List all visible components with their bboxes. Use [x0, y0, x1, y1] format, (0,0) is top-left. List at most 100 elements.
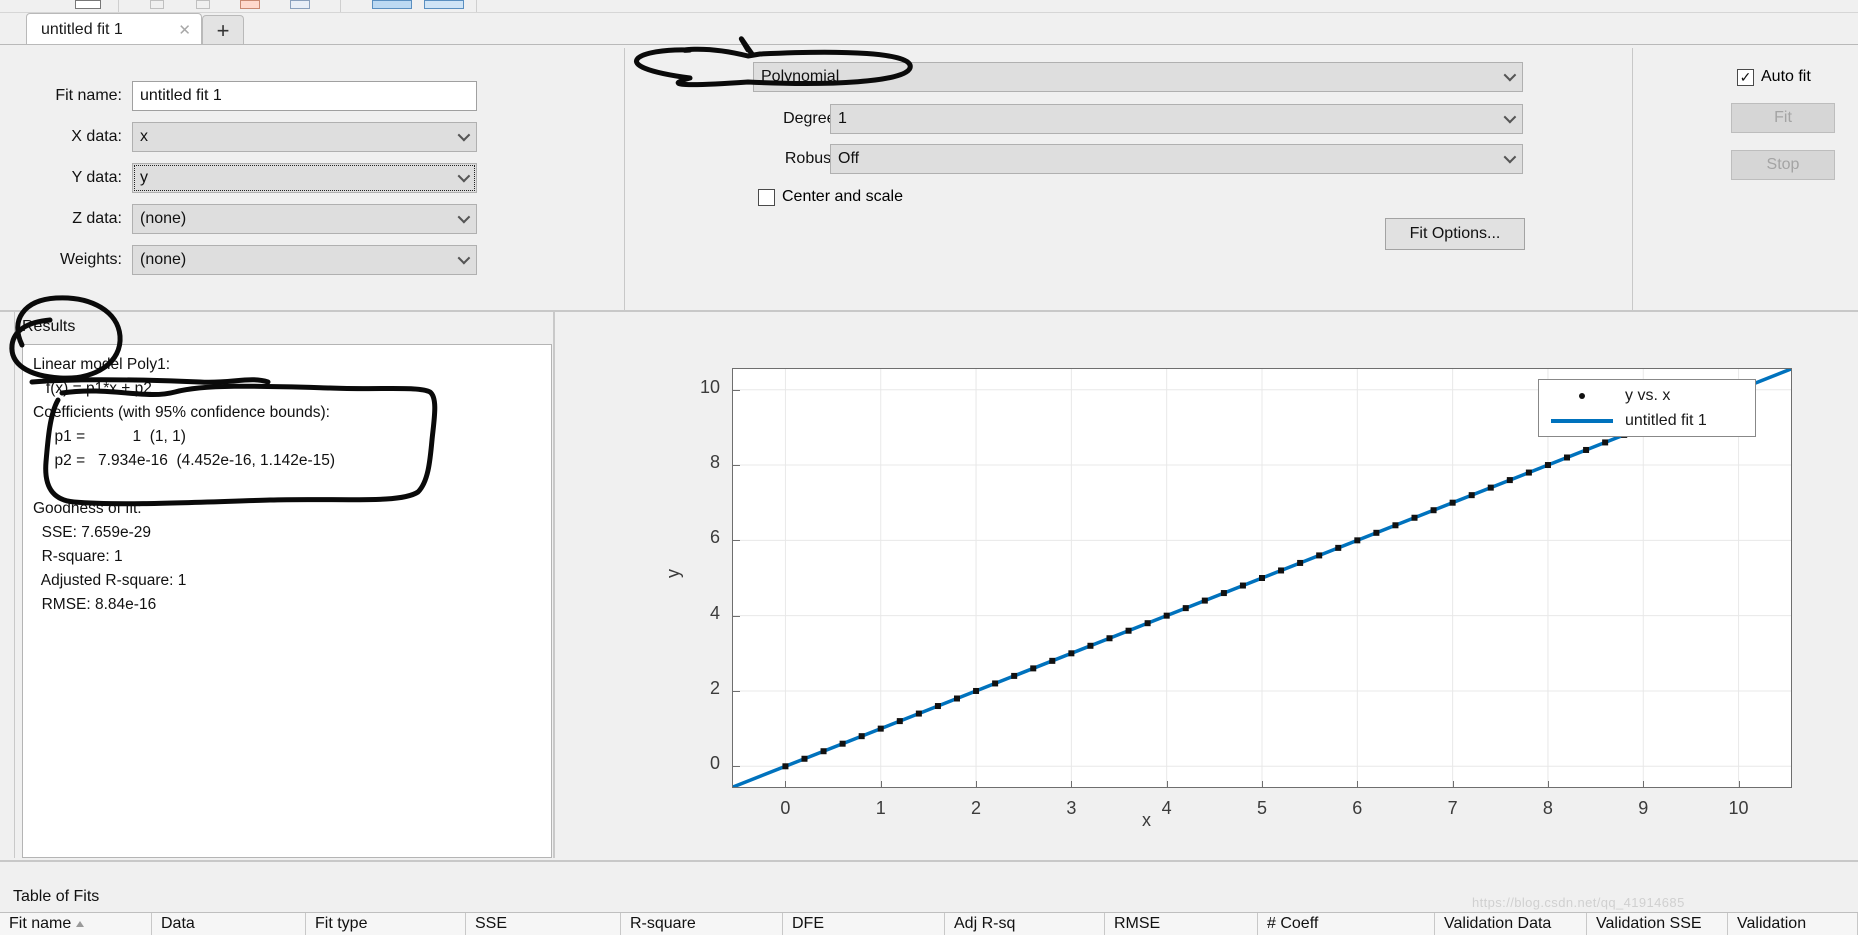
- toolbar-divider-2: [340, 0, 341, 12]
- legend-marker-icon: [1539, 392, 1625, 399]
- chevron-down-icon: [457, 169, 471, 183]
- close-icon[interactable]: ✕: [174, 21, 195, 39]
- x-data-label: X data:: [71, 128, 122, 145]
- watermark-text: https://blog.csdn.net/qq_41914685: [1472, 895, 1685, 910]
- x-tick-label: 2: [971, 798, 982, 818]
- fit-name-input[interactable]: untitled fit 1: [132, 81, 477, 111]
- legend-entry-fit: untitled fit 1: [1539, 408, 1755, 433]
- center-and-scale-checkbox[interactable]: Center and scale: [758, 188, 903, 206]
- results-line: Adjusted R-square: 1: [33, 572, 187, 589]
- y-tick-label: 4: [709, 602, 720, 623]
- table-of-fits-splitter[interactable]: [0, 860, 1858, 862]
- stop-button[interactable]: Stop: [1731, 150, 1835, 180]
- table-column-label: SSE: [475, 915, 508, 932]
- auto-fit-label: Auto fit: [1761, 68, 1811, 85]
- table-column-header[interactable]: Fit name: [0, 913, 152, 935]
- x-tick-mark: [1452, 781, 1454, 788]
- table-column-header[interactable]: Validation: [1728, 913, 1858, 935]
- weights-select[interactable]: (none): [132, 245, 477, 275]
- weights-row: Weights: (none): [22, 245, 477, 275]
- y-data-row: Y data: y: [22, 163, 477, 193]
- table-column-header[interactable]: RMSE: [1105, 913, 1258, 935]
- fit-options-button[interactable]: Fit Options...: [1385, 218, 1525, 250]
- table-column-header[interactable]: DFE: [783, 913, 945, 935]
- table-column-label: Validation SSE: [1596, 915, 1702, 932]
- table-column-label: R-square: [630, 915, 696, 932]
- x-tick-label: 8: [1542, 798, 1553, 818]
- table-column-header[interactable]: Validation Data: [1435, 913, 1587, 935]
- plot-legend[interactable]: y vs. x untitled fit 1: [1538, 379, 1756, 437]
- results-line: p1 = 1 (1, 1): [33, 428, 186, 445]
- auto-fit-checkbox[interactable]: ✓ Auto fit: [1737, 68, 1811, 86]
- results-left-border: [14, 312, 15, 858]
- y-tick-mark: [733, 766, 740, 768]
- results-line: Linear model Poly1:: [33, 356, 170, 373]
- toolbar-icon-plot-fit[interactable]: [372, 0, 412, 9]
- toolbar-icon-exclude[interactable]: [240, 0, 260, 9]
- table-column-header[interactable]: Data: [152, 913, 306, 935]
- x-tick-mark: [785, 781, 787, 788]
- table-column-header[interactable]: # Coeff: [1258, 913, 1435, 935]
- table-column-header[interactable]: R-square: [621, 913, 783, 935]
- degree-select[interactable]: 1: [830, 104, 1523, 134]
- table-column-header[interactable]: Adj R-sq: [945, 913, 1105, 935]
- toolbar-icon-open[interactable]: [75, 0, 101, 9]
- y-axis-label: y: [663, 569, 683, 578]
- fit-name-label: Fit name:: [55, 87, 122, 104]
- y-tick-label: 10: [699, 376, 720, 397]
- x-tick-label: 4: [1161, 798, 1172, 818]
- chevron-down-icon: [1503, 150, 1517, 164]
- y-data-value: y: [140, 169, 148, 186]
- results-panel: Results Linear model Poly1: f(x) = p1*x …: [22, 318, 552, 858]
- toolbar-divider-3: [476, 0, 477, 12]
- table-column-header[interactable]: Validation SSE: [1587, 913, 1728, 935]
- legend-label-fit: untitled fit 1: [1625, 411, 1707, 429]
- table-column-label: Fit type: [315, 915, 368, 932]
- legend-entry-data: y vs. x: [1539, 383, 1755, 408]
- weights-value: (none): [140, 251, 187, 268]
- x-tick-label: 0: [780, 798, 791, 818]
- x-data-select[interactable]: x: [132, 122, 477, 152]
- z-data-select[interactable]: (none): [132, 204, 477, 234]
- fit-model-value: Polynomial: [761, 68, 840, 85]
- plot-axes[interactable]: y vs. x untitled fit 1: [732, 368, 1792, 788]
- fit-model-select[interactable]: Polynomial: [753, 62, 1523, 92]
- plot-panel: y x y vs. x untitled fit 1 0 2 4 6 8 10 01234…: [557, 318, 1851, 858]
- table-column-label: # Coeff: [1267, 915, 1319, 932]
- robust-select[interactable]: Off: [830, 144, 1523, 174]
- results-text-area[interactable]: Linear model Poly1: f(x) = p1*x + p2 Coef…: [22, 344, 552, 858]
- table-column-label: Data: [161, 915, 195, 932]
- center-and-scale-label: Center and scale: [782, 188, 903, 205]
- table-column-header[interactable]: Fit type: [306, 913, 466, 935]
- y-tick-mark: [733, 465, 740, 467]
- toolbar-icon-redo[interactable]: [196, 0, 210, 9]
- chevron-down-icon: [457, 210, 471, 224]
- x-tick-label: 1: [875, 798, 886, 818]
- toolbar-icon-plot-residuals[interactable]: [424, 0, 464, 9]
- results-line: SSE: 7.659e-29: [33, 524, 152, 541]
- table-column-header[interactable]: SSE: [466, 913, 621, 935]
- table-of-fits-header: Fit name Data Fit type SSE R-square DFE Adj R-…: [0, 913, 1858, 935]
- x-tick-label: 7: [1447, 798, 1458, 818]
- toolbar-icon-undo[interactable]: [150, 0, 164, 9]
- tab-untitled-fit-1[interactable]: untitled fit 1 ✕: [26, 13, 202, 45]
- horizontal-splitter[interactable]: [0, 310, 1858, 312]
- table-column-label: DFE: [792, 915, 824, 932]
- degree-label: Degree:: [783, 110, 840, 127]
- y-data-select[interactable]: y: [132, 163, 477, 193]
- fit-button[interactable]: Fit: [1731, 103, 1835, 133]
- weights-label: Weights:: [60, 251, 122, 268]
- plus-icon[interactable]: +: [202, 15, 244, 45]
- x-tick-mark: [1547, 781, 1549, 788]
- y-data-label: Y data:: [71, 169, 122, 186]
- table-of-fits-title: Table of Fits: [13, 888, 100, 905]
- x-tick-label: 3: [1066, 798, 1077, 818]
- checkbox-box: ✓: [1737, 68, 1754, 86]
- toolbar-icon-zoom[interactable]: [290, 0, 310, 9]
- results-plot-splitter[interactable]: [553, 312, 555, 858]
- table-column-label: Validation Data: [1444, 915, 1552, 932]
- x-data-value: x: [140, 128, 148, 145]
- toolbar-divider: [118, 0, 119, 12]
- results-line: Goodness of fit:: [33, 500, 142, 517]
- y-tick-label: 6: [709, 527, 720, 548]
